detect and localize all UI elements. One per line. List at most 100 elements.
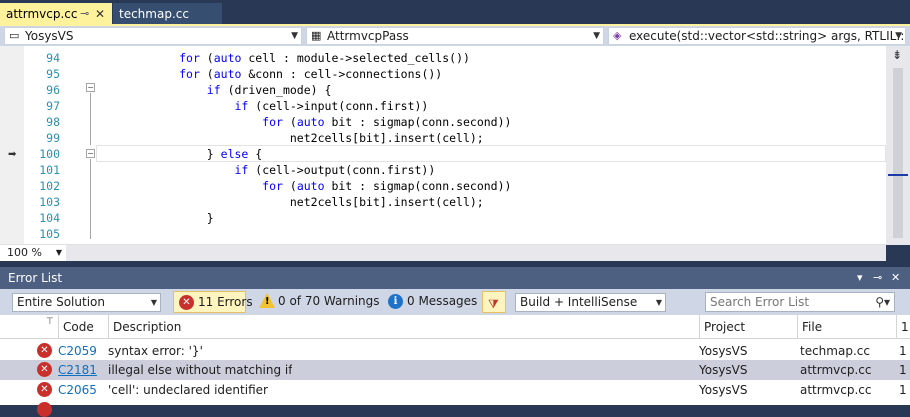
class-dropdown[interactable]: ▦ AttrmvcpPass ▼	[306, 27, 604, 45]
caret-position-marker	[888, 174, 908, 176]
error-line: 1	[899, 363, 907, 377]
error-list-titlebar: Error List ▾ ⊸ ✕	[0, 267, 910, 289]
code-line: if (cell->input(conn.first))	[96, 98, 428, 114]
error-file: techmap.cc	[800, 344, 870, 358]
vertical-scrollbar[interactable]: ⇟	[886, 46, 910, 245]
line-number: 94	[46, 51, 60, 65]
error-description: 'cell': undeclared identifier	[108, 383, 268, 397]
scope-value: Entire Solution	[17, 295, 105, 309]
code-token: bit : sigmap(conn.second))	[324, 115, 512, 129]
code-line: if (driven_mode) {	[96, 82, 332, 98]
keyword-token: auto	[213, 67, 242, 81]
code-token: (cell->input(conn.first))	[248, 99, 429, 113]
code-token: cell : module->selected_cells())	[241, 51, 470, 65]
build-filter-dropdown[interactable]: Build + IntelliSense ▼	[515, 293, 666, 312]
tab-techmap[interactable]: techmap.cc	[113, 3, 222, 25]
filter-icon: ⧩	[488, 297, 499, 311]
error-code-link[interactable]: C2181	[58, 360, 97, 380]
project-dropdown[interactable]: ▭ YosysVS ▼	[4, 27, 302, 45]
document-tab-bar: attrmvcp.cc ⊸ ✕ techmap.cc	[0, 0, 910, 26]
code-token: (cell->output(conn.first))	[248, 163, 436, 177]
keyword-token: for	[179, 67, 200, 81]
warning-mark: !	[265, 296, 270, 307]
filter-toggle-button[interactable]: ⧩	[482, 291, 506, 313]
chevron-down-icon: ▼	[895, 31, 902, 41]
pin-icon[interactable]: ⊸	[873, 267, 882, 289]
messages-label: 0 Messages	[407, 294, 478, 308]
info-icon: i	[388, 294, 403, 309]
panel-title: Error List	[8, 271, 63, 285]
zoom-dropdown[interactable]: 100 % ▼	[4, 245, 64, 261]
error-description: illegal else without matching if	[108, 363, 293, 377]
messages-filter-button[interactable]: i 0 Messages	[383, 291, 477, 313]
search-error-list-input[interactable]: Search Error List ⚲▾	[705, 292, 895, 312]
error-project: YosysVS	[699, 344, 748, 358]
collapse-outline-icon[interactable]: −	[86, 83, 95, 92]
code-token: }	[206, 147, 221, 161]
keyword-token: auto	[213, 51, 242, 65]
close-icon[interactable]: ✕	[95, 3, 105, 25]
keyword-token: auto	[296, 115, 325, 129]
keyword-token: for	[179, 51, 200, 65]
warnings-filter-button[interactable]: ! 0 of 70 Warnings	[254, 291, 380, 313]
code-line: if (cell->output(conn.first))	[96, 162, 435, 178]
class-icon: ▦	[311, 29, 322, 42]
error-project: YosysVS	[699, 363, 748, 377]
code-line: net2cells[bit].insert(cell);	[96, 194, 484, 210]
search-icon: ⚲▾	[875, 295, 890, 309]
tab-label: techmap.cc	[119, 7, 189, 21]
column-file[interactable]: File	[797, 315, 896, 339]
error-row[interactable]: ✕ C2059 syntax error: '}' YosysVS techma…	[0, 341, 910, 361]
tab-label: attrmvcp.cc	[6, 7, 78, 21]
horizontal-scrollbar[interactable]	[66, 245, 886, 261]
keyword-token: for	[262, 179, 283, 193]
line-number: 95	[46, 67, 60, 81]
member-dropdown[interactable]: ◈ execute(std::vector<std::string> args,…	[608, 27, 906, 45]
code-line: for (auto &conn : cell->connections())	[96, 66, 442, 82]
window-position-icon[interactable]: ▾	[857, 267, 863, 289]
column-filter-icon[interactable]: ⊤	[46, 317, 54, 327]
keyword-token: auto	[296, 179, 325, 193]
code-line: for (auto bit : sigmap(conn.second))	[96, 178, 511, 194]
keyword-token: if	[234, 99, 249, 113]
pin-icon[interactable]: ⊸	[80, 3, 89, 25]
error-row-selected[interactable]: ✕ C2181 illegal else without matching if…	[0, 360, 910, 380]
column-code[interactable]: Code	[58, 315, 108, 339]
line-number: 100	[39, 147, 60, 161]
error-row-partial	[0, 400, 910, 417]
editor-footer: 100 % ▼	[0, 244, 886, 261]
code-line: net2cells[bit].insert(cell);	[96, 130, 484, 146]
code-line: for (auto bit : sigmap(conn.second))	[96, 114, 511, 130]
code-editor[interactable]: ➡ 94 for (auto cell : module->selected_c…	[0, 46, 910, 245]
error-grid: ⊤ Code Description Project File 1 ✕ C205…	[0, 315, 910, 417]
error-row[interactable]: ✕ C2065 'cell': undeclared identifier Yo…	[0, 380, 910, 400]
code-token: }	[206, 211, 214, 225]
search-placeholder: Search Error List	[710, 295, 810, 309]
tab-attrmvcp[interactable]: attrmvcp.cc ⊸ ✕	[0, 3, 112, 25]
close-icon[interactable]: ✕	[891, 267, 900, 289]
code-token: (	[282, 179, 297, 193]
code-token: net2cells[bit].insert(cell);	[289, 131, 484, 145]
code-token: bit : sigmap(conn.second))	[324, 179, 512, 193]
cpp-project-icon: ▭	[9, 29, 20, 42]
errors-filter-button[interactable]: ✕ 11 Errors	[173, 291, 253, 313]
code-token: &conn : cell->connections())	[241, 67, 443, 81]
member-name: execute(std::vector<std::string> args, R…	[629, 29, 905, 43]
line-number: 103	[39, 195, 60, 209]
column-description[interactable]: Description	[108, 315, 699, 339]
column-line[interactable]: 1	[896, 315, 910, 339]
collapse-outline-icon[interactable]: −	[86, 149, 95, 158]
error-icon: ✕	[37, 382, 52, 397]
column-project[interactable]: Project	[699, 315, 797, 339]
error-line: 1	[899, 383, 907, 397]
code-line: }	[96, 210, 214, 226]
scrollbar-thumb[interactable]	[893, 68, 903, 238]
split-window-icon[interactable]: ⇟	[892, 48, 902, 62]
scope-dropdown[interactable]: Entire Solution ▼	[12, 293, 161, 312]
code-token: net2cells[bit].insert(cell);	[289, 195, 484, 209]
line-number: 96	[46, 83, 60, 97]
error-code-link[interactable]: C2065	[58, 380, 97, 400]
code-token: (driven_mode) {	[220, 83, 332, 97]
line-number: 105	[39, 227, 60, 241]
error-code-link[interactable]: C2059	[58, 341, 97, 361]
